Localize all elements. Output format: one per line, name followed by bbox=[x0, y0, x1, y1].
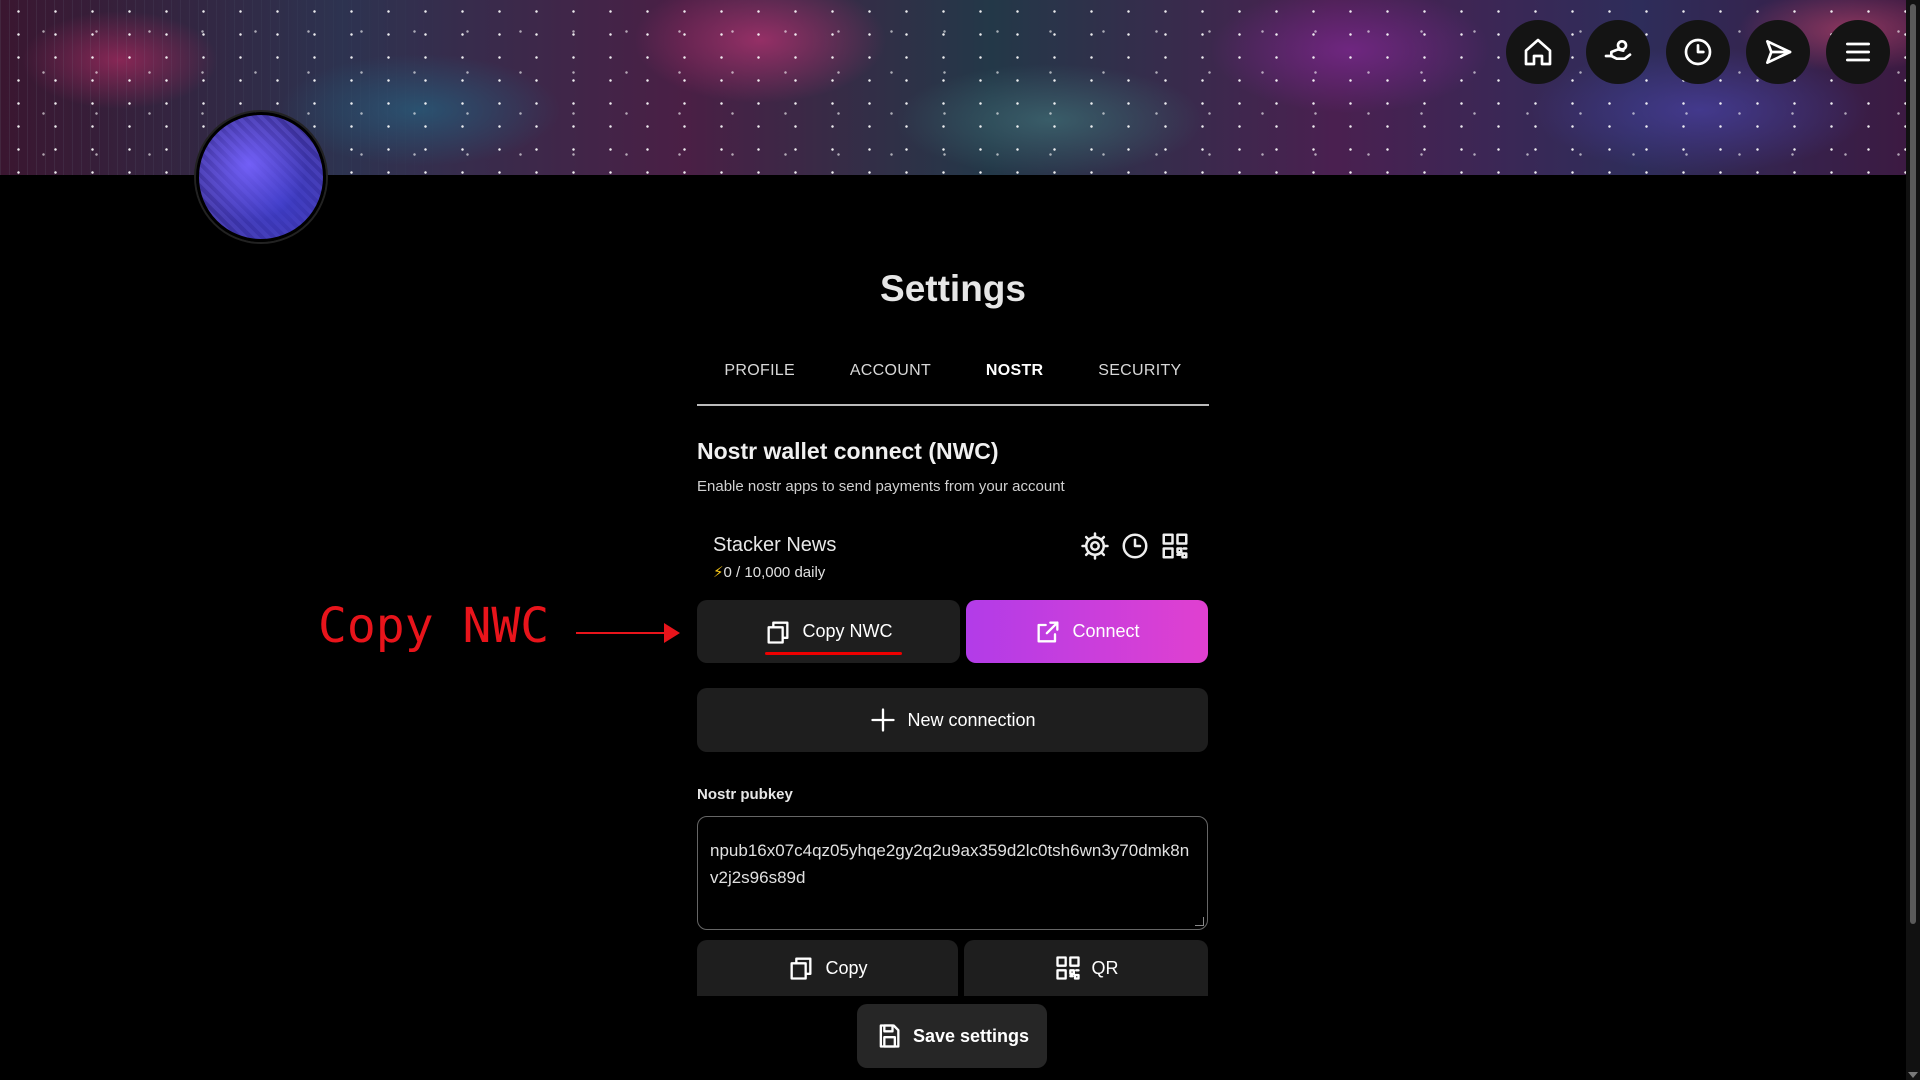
annotation-underline bbox=[765, 652, 902, 655]
annotation-arrowhead bbox=[664, 623, 680, 643]
clock-icon[interactable] bbox=[1120, 531, 1150, 566]
receive-icon bbox=[1604, 39, 1632, 60]
page-title: Settings bbox=[880, 268, 1026, 309]
save-settings-label: Save settings bbox=[912, 1025, 1030, 1046]
new-connection-label: New connection bbox=[907, 709, 1036, 730]
history-icon bbox=[1684, 38, 1712, 66]
receive-button[interactable] bbox=[1586, 20, 1650, 84]
qr-icon bbox=[1055, 956, 1080, 980]
copy-icon bbox=[790, 957, 812, 980]
tab-nostr[interactable]: NOSTR bbox=[986, 352, 1044, 404]
qr-icon[interactable] bbox=[1160, 531, 1190, 566]
connect-label: Connect bbox=[1072, 621, 1140, 641]
scroll-down-icon[interactable] bbox=[1908, 1072, 1918, 1078]
menu-icon bbox=[1846, 42, 1870, 62]
copy-nwc-button[interactable]: Copy NWC bbox=[697, 600, 960, 663]
menu-button[interactable] bbox=[1826, 20, 1890, 84]
history-button[interactable] bbox=[1666, 20, 1730, 84]
tab-account[interactable]: ACCOUNT bbox=[850, 352, 931, 404]
annotation-arrow bbox=[576, 632, 671, 634]
nwc-section-description: Enable nostr apps to send payments from … bbox=[697, 478, 1065, 495]
lightning-icon: ⚡ bbox=[713, 564, 724, 581]
new-connection-button[interactable]: New connection bbox=[697, 688, 1208, 752]
connection-actions bbox=[1080, 531, 1190, 566]
plus-icon bbox=[871, 708, 896, 732]
send-button[interactable] bbox=[1746, 20, 1810, 84]
qr-pubkey-button[interactable]: QR bbox=[964, 940, 1208, 996]
gear-icon[interactable] bbox=[1080, 531, 1110, 566]
avatar[interactable] bbox=[196, 112, 326, 242]
settings-tabs: PROFILE ACCOUNT NOSTR SECURITY bbox=[697, 352, 1209, 406]
annotation-label: Copy NWC bbox=[318, 598, 550, 654]
home-button[interactable] bbox=[1506, 20, 1570, 84]
pubkey-value: npub16x07c4qz05yhqe2gy2q2u9ax359d2lc0tsh… bbox=[710, 841, 1190, 887]
connect-button[interactable]: Connect bbox=[966, 600, 1208, 663]
home-icon bbox=[1524, 38, 1552, 66]
budget-text: 0 / 10,000 daily bbox=[723, 564, 826, 581]
scrollbar-thumb[interactable] bbox=[1910, 4, 1916, 924]
top-nav bbox=[1506, 20, 1890, 84]
save-icon bbox=[879, 1024, 900, 1048]
copy-pubkey-label: Copy bbox=[825, 957, 868, 978]
pubkey-textarea[interactable]: npub16x07c4qz05yhqe2gy2q2u9ax359d2lc0tsh… bbox=[697, 816, 1208, 930]
connection-budget: ⚡0 / 10,000 daily bbox=[713, 563, 825, 581]
nwc-section-title: Nostr wallet connect (NWC) bbox=[697, 438, 999, 464]
copy-pubkey-button[interactable]: Copy bbox=[697, 940, 958, 996]
resize-handle-icon[interactable] bbox=[1195, 917, 1204, 926]
tab-profile[interactable]: PROFILE bbox=[724, 352, 795, 404]
save-settings-button[interactable]: Save settings bbox=[857, 1004, 1047, 1068]
pubkey-label: Nostr pubkey bbox=[697, 786, 793, 803]
page-scrollbar[interactable] bbox=[1906, 0, 1920, 1080]
copy-nwc-label: Copy NWC bbox=[802, 621, 893, 641]
copy-icon bbox=[767, 621, 789, 644]
send-icon bbox=[1766, 40, 1792, 64]
tab-security[interactable]: SECURITY bbox=[1098, 352, 1181, 404]
external-link-icon bbox=[1037, 621, 1059, 642]
connection-name: Stacker News bbox=[713, 534, 837, 556]
qr-pubkey-label: QR bbox=[1091, 957, 1119, 978]
